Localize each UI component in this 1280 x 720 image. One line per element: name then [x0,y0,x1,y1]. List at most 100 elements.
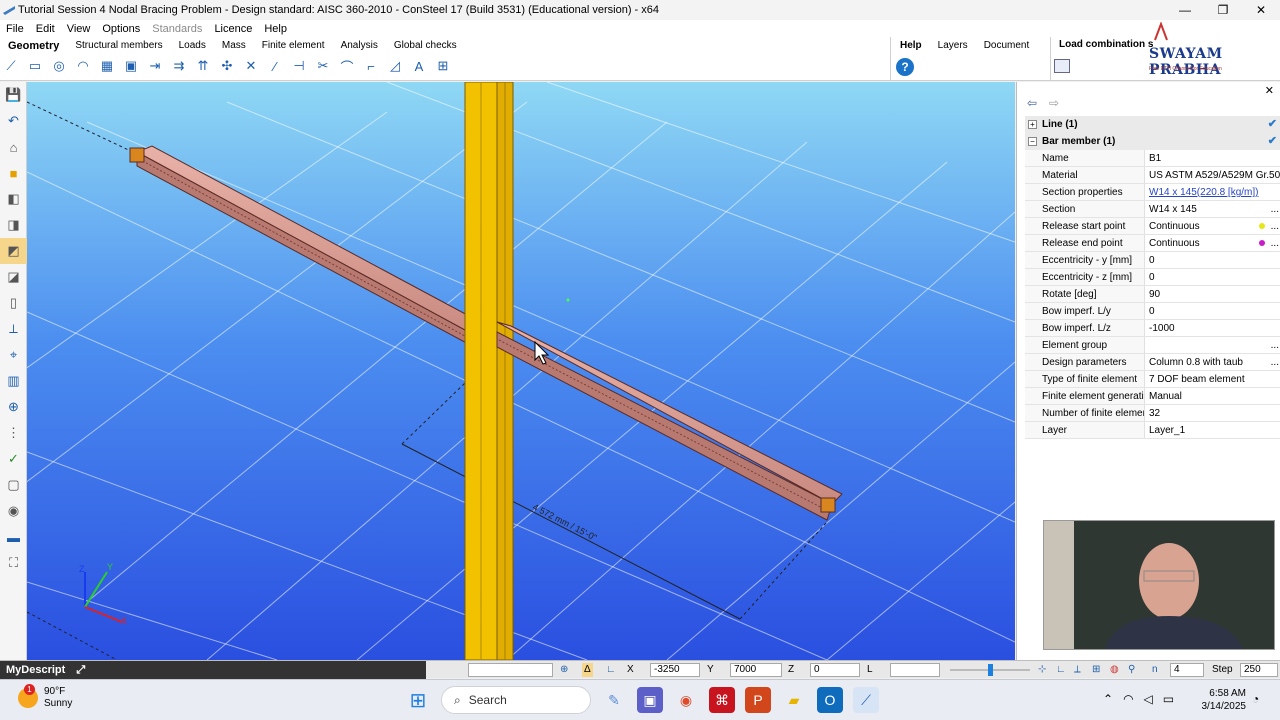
rectangle-tool-icon[interactable]: ▭ [26,57,44,75]
ellipsis-button[interactable]: ... [1271,218,1279,234]
windows-start-icon[interactable]: ⊞ [405,687,431,713]
mydescript-panel[interactable]: MyDescript ⤢ [0,661,426,679]
n-input[interactable]: 4 [1170,663,1204,677]
beam-start-node-icon[interactable] [129,147,145,163]
ellipsis-button[interactable]: ... [1271,354,1279,370]
copy-tool-icon[interactable]: ⇉ [170,57,188,75]
tab-finite-element[interactable]: Finite element [254,39,333,53]
prop-value[interactable]: 7 DOF beam element [1145,371,1280,387]
outlook-icon[interactable]: O [817,687,843,713]
prop-value[interactable]: 0 [1145,252,1280,268]
save-icon[interactable]: 💾 [0,82,27,108]
move-tool-icon[interactable]: ⇈ [194,57,212,75]
help-icon[interactable]: ? [896,58,914,76]
menu-standards[interactable]: Standards [146,23,208,35]
search-object-icon[interactable]: ⚲ [1128,663,1135,677]
step-input[interactable]: 250 [1240,663,1278,677]
load-combination-icon[interactable] [1054,59,1070,73]
acrobat-icon[interactable]: ⌘ [709,687,735,713]
notification-bell-icon[interactable]: ◔ [1252,692,1259,706]
snap-icon[interactable]: ⌖ [0,342,27,368]
group-bar-member[interactable]: − Bar member (1) ✔ [1025,133,1280,150]
view-side-icon[interactable]: ◨ [0,212,27,238]
collapse-icon[interactable]: − [1028,137,1037,146]
ellipsis-button[interactable]: ... [1271,235,1279,251]
prop-value[interactable]: US ASTM A529/A529M Gr.50 [1145,167,1280,183]
tab-help[interactable]: Help [892,39,930,53]
view-front-icon[interactable]: ◧ [0,186,27,212]
chamfer-tool-icon[interactable]: ⌐ [362,57,380,75]
wifi-icon[interactable]: ◠ [1123,692,1133,706]
expand-icon[interactable]: ⤢ [76,664,85,676]
circle-tool-icon[interactable]: ◎ [50,57,68,75]
ellipsis-button[interactable]: ... [1271,201,1279,217]
length-input[interactable] [890,663,940,677]
back-arrow-icon[interactable]: ⇦ [1027,96,1037,110]
fit-view-icon[interactable]: ⛶ [0,550,27,576]
minimize-button[interactable]: — [1166,0,1204,20]
prop-value[interactable]: -1000 [1145,320,1280,336]
column[interactable] [464,82,514,660]
intersect-tool-icon[interactable]: ✕ [242,57,260,75]
select-check-icon[interactable]: ✔ [1268,133,1277,150]
camera-icon[interactable]: ◉ [0,498,27,524]
zoom-icon[interactable]: ⊕ [0,394,27,420]
prop-value[interactable]: 32 [1145,405,1280,421]
page-icon[interactable]: ▯ [0,290,27,316]
menu-view[interactable]: View [61,23,97,35]
menu-file[interactable]: File [0,23,30,35]
snap-node-icon[interactable]: ∟ [1056,663,1066,677]
zoom-slider-thumb[interactable] [988,664,993,676]
beam-end-node-icon[interactable] [820,497,836,513]
ellipsis-button[interactable]: ... [1271,337,1279,353]
forward-arrow-icon[interactable]: ⇨ [1049,96,1059,110]
rotate-tool-icon[interactable]: ✣ [218,57,236,75]
plane-tool-icon[interactable]: ◿ [386,57,404,75]
surface-tool-icon[interactable]: ▦ [98,57,116,75]
fillet-tool-icon[interactable]: ⌒ [338,57,356,75]
tab-layers[interactable]: Layers [930,39,976,53]
expand-icon[interactable]: + [1028,120,1037,129]
select-check-icon[interactable]: ✔ [1268,116,1277,133]
command-input[interactable] [468,663,553,677]
taskbar-search[interactable]: ⌕ Search [441,686,591,714]
tab-global-checks[interactable]: Global checks [386,39,465,53]
prop-value[interactable]: 0 [1145,303,1280,319]
tab-analysis[interactable]: Analysis [333,39,386,53]
arc-tool-icon[interactable]: ◠ [74,57,92,75]
measure-icon[interactable]: ⟂ [0,316,27,342]
tab-geometry[interactable]: Geometry [0,39,67,53]
prop-value[interactable]: Continuous... [1145,218,1280,234]
menu-licence[interactable]: Licence [208,23,258,35]
delta-icon[interactable]: Δ [582,663,593,677]
z-coordinate-input[interactable]: 0 [810,663,860,677]
tab-structural-members[interactable]: Structural members [67,39,170,53]
menu-help[interactable]: Help [258,23,293,35]
display-icon[interactable]: ▬ [0,524,27,550]
system-clock[interactable]: 6:58 AM 3/14/2025 [1196,687,1247,713]
view-top-icon[interactable]: ◪ [0,264,27,290]
consteel-taskbar-icon[interactable]: ⟋ [853,687,879,713]
extend-tool-icon[interactable]: ⊣ [290,57,308,75]
teams-icon[interactable]: ▣ [637,687,663,713]
prop-value[interactable]: 90 [1145,286,1280,302]
file-explorer-art-icon[interactable]: ✎ [601,687,627,713]
filter-icon[interactable]: ⋮ [0,420,27,446]
color-wheel-icon[interactable]: ◍ [1110,663,1119,677]
viewport-canvas[interactable]: 4 572 mm / 15'-0" Z Y X [27,82,1015,660]
snap-grid-icon[interactable]: ⊹ [1038,663,1046,677]
snap-grid2-icon[interactable]: ⊞ [1092,663,1100,677]
prop-value[interactable]: B1 [1145,150,1280,166]
line-tool-icon[interactable]: ⟋ [2,57,20,75]
section-properties-link[interactable]: W14 x 145(220.8 [kg/m]) [1145,184,1280,200]
render-icon[interactable]: ▥ [0,368,27,394]
group-line[interactable]: + Line (1) ✔ [1025,116,1280,133]
prop-value[interactable]: Continuous... [1145,235,1280,251]
prop-value[interactable]: ... [1145,337,1280,353]
check-icon[interactable]: ✓ [0,446,27,472]
view-iso-icon[interactable]: ◩ [0,238,27,264]
chevron-up-icon[interactable]: ⌃ [1103,692,1113,706]
y-coordinate-input[interactable]: 7000 [730,663,782,677]
section-icon[interactable]: ⌂ [0,134,27,160]
menu-edit[interactable]: Edit [30,23,61,35]
